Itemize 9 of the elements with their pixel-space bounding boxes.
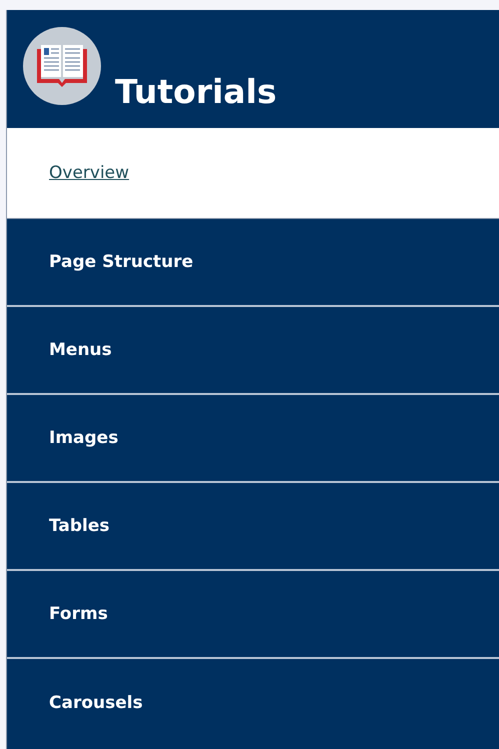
book-icon — [23, 27, 101, 105]
menu-item[interactable]: Forms — [7, 571, 499, 659]
menu-item[interactable]: Images — [7, 395, 499, 483]
menu-item[interactable]: Tables — [7, 483, 499, 571]
menu-item[interactable]: Overview — [7, 128, 499, 219]
menu-item[interactable]: Menus — [7, 307, 499, 395]
menu-item[interactable]: Carousels — [7, 659, 499, 747]
menu-item[interactable]: Page Structure — [7, 219, 499, 307]
sidebar-title: Tutorials — [115, 75, 277, 108]
